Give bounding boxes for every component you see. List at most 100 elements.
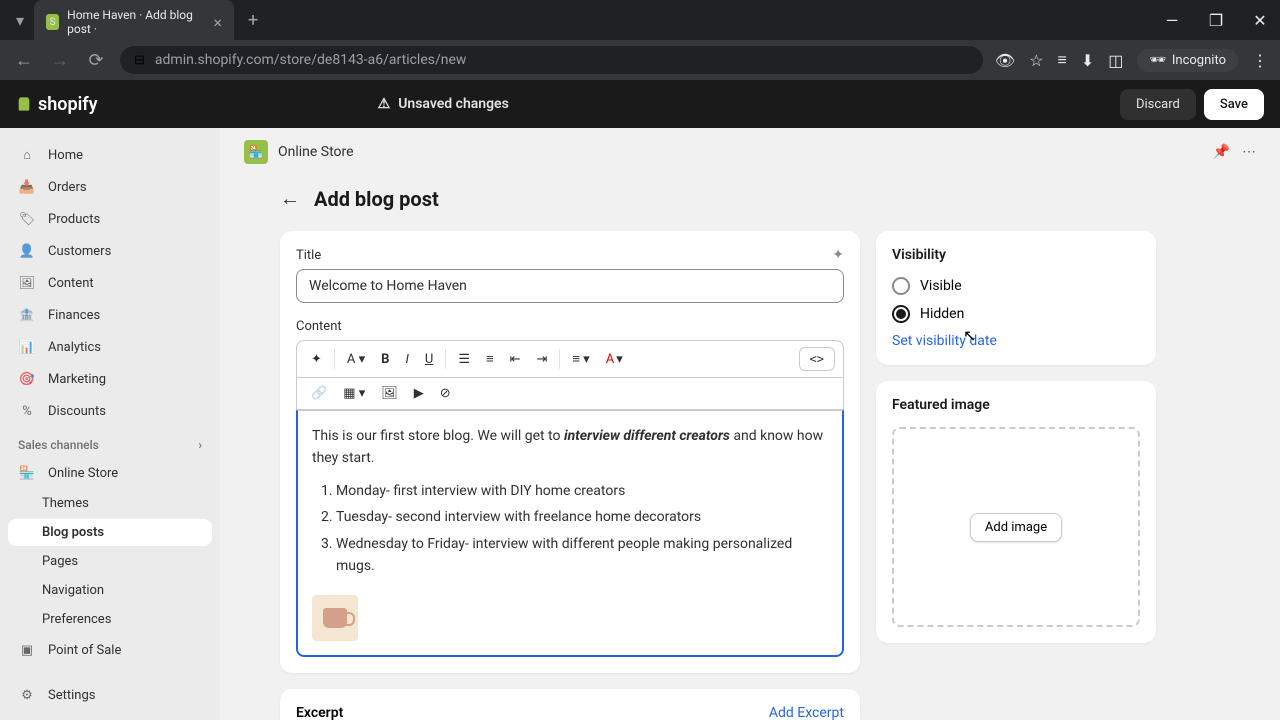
featured-image-card: Featured image Add image	[876, 381, 1156, 643]
sidebar-sub-pages[interactable]: Pages	[8, 548, 212, 575]
excerpt-label: Excerpt	[296, 705, 343, 720]
image-upload-dropzone[interactable]: Add image	[892, 427, 1140, 627]
embedded-image-mug[interactable]	[312, 595, 358, 641]
sidebar-section-sales-channels: Sales channels ›	[8, 428, 212, 458]
sidebar-item-finances[interactable]: 🏦Finances	[8, 300, 212, 330]
bold-button[interactable]: B	[375, 348, 395, 371]
sidebar-item-products[interactable]: 🏷Products	[8, 204, 212, 234]
visibility-visible-radio[interactable]: Visible	[892, 277, 1140, 295]
finances-icon: 🏦	[18, 306, 36, 324]
downloads-icon[interactable]: ⬇	[1081, 51, 1094, 70]
reload-button[interactable]: ⟳	[84, 50, 108, 71]
side-panel-icon[interactable]: ◫	[1108, 51, 1123, 70]
clear-format-button[interactable]: ⊘	[434, 382, 457, 405]
sidebar-item-marketing[interactable]: 🎯Marketing	[8, 364, 212, 394]
editor-toolbar: ✦ A ▾ B I U ☰ ≡ ⇤ ⇥ ≡ ▾ A ▾ <	[296, 340, 844, 378]
set-visibility-date-link[interactable]: Set visibility date	[892, 333, 1140, 349]
paragraph-format-dropdown[interactable]: A ▾	[341, 348, 371, 371]
new-tab-button[interactable]: +	[236, 10, 270, 31]
maximize-window-icon[interactable]: ❐	[1204, 11, 1228, 30]
numbered-list-button[interactable]: ≡	[480, 347, 500, 371]
add-image-button[interactable]: Add image	[970, 513, 1062, 542]
store-icon: 🏪	[18, 464, 36, 482]
visibility-hidden-radio[interactable]: Hidden	[892, 305, 1140, 323]
link-button[interactable]: 🔗	[305, 382, 333, 405]
content-field-label: Content	[296, 319, 844, 334]
page-title: Add blog post	[314, 187, 439, 211]
sidebar-item-content[interactable]: 🖼Content	[8, 268, 212, 298]
sidebar-item-analytics[interactable]: 📊Analytics	[8, 332, 212, 362]
close-window-icon[interactable]: ✕	[1248, 11, 1272, 30]
save-button[interactable]: Save	[1204, 89, 1264, 120]
back-arrow-icon[interactable]: ←	[280, 186, 300, 211]
chevron-right-icon[interactable]: ›	[198, 438, 202, 452]
sidebar-item-home[interactable]: ⌂Home	[8, 140, 212, 170]
close-tab-icon[interactable]: ×	[213, 13, 222, 32]
title-input[interactable]	[296, 269, 844, 303]
browser-tab[interactable]: S Home Haven · Add blog post · ×	[34, 0, 234, 44]
incognito-badge: 🕶 Incognito	[1137, 49, 1238, 72]
add-excerpt-link[interactable]: Add Excerpt	[769, 705, 844, 720]
content-icon: 🖼	[18, 274, 36, 292]
pin-icon[interactable]: 📌	[1213, 144, 1230, 160]
sidebar-item-orders[interactable]: 📥Orders	[8, 172, 212, 202]
featured-image-title: Featured image	[892, 397, 1140, 413]
shopify-logo[interactable]: shopify	[16, 94, 98, 115]
underline-button[interactable]: U	[419, 348, 439, 371]
outdent-button[interactable]: ⇤	[504, 348, 527, 371]
gear-icon: ⚙	[18, 686, 36, 704]
italic-button[interactable]: I	[399, 348, 414, 371]
sidebar-item-pos[interactable]: ▣Point of Sale	[8, 635, 212, 665]
video-button[interactable]: ▶	[408, 382, 430, 405]
breadcrumb: 🏪 Online Store 📌 ⋯	[220, 128, 1280, 176]
sidebar-item-customers[interactable]: 👤Customers	[8, 236, 212, 266]
back-button[interactable]: ←	[12, 50, 36, 71]
sidebar-item-settings[interactable]: ⚙Settings	[8, 680, 212, 710]
eye-off-icon[interactable]: 👁	[995, 51, 1015, 70]
indent-button[interactable]: ⇥	[530, 348, 553, 371]
analytics-icon: 📊	[18, 338, 36, 356]
minimize-window-icon[interactable]: ―	[1160, 11, 1184, 30]
sidebar-sub-blog-posts[interactable]: Blog posts	[8, 519, 212, 546]
align-dropdown[interactable]: ≡ ▾	[566, 347, 595, 371]
shopify-bag-icon	[16, 96, 32, 112]
site-info-icon[interactable]: ⊟	[134, 53, 145, 68]
url-input[interactable]: ⊟ admin.shopify.com/store/de8143-a6/arti…	[120, 46, 983, 74]
sidebar: ⌂Home 📥Orders 🏷Products 👤Customers 🖼Cont…	[0, 128, 220, 720]
online-store-icon: 🏪	[244, 140, 268, 164]
image-button[interactable]: 🖼	[375, 382, 404, 405]
forward-button[interactable]: →	[48, 50, 72, 71]
title-content-card: Title ✦ Content ✦ A ▾ B I U	[280, 231, 860, 673]
marketing-icon: 🎯	[18, 370, 36, 388]
sidebar-item-discounts[interactable]: %Discounts	[8, 396, 212, 426]
ai-sparkle-icon[interactable]: ✦	[832, 247, 844, 263]
editor-toolbar-row2: 🔗 ▦ ▾ 🖼 ▶ ⊘	[296, 378, 844, 410]
radio-icon	[892, 277, 910, 295]
products-icon: 🏷	[18, 210, 36, 228]
tab-title: Home Haven · Add blog post ·	[67, 8, 197, 36]
radio-checked-icon	[892, 305, 910, 323]
warning-icon: ⚠	[378, 96, 391, 112]
unsaved-changes-banner: ⚠ Unsaved changes	[378, 96, 509, 112]
content-editor[interactable]: This is our first store blog. We will ge…	[296, 410, 844, 657]
pos-icon: ▣	[18, 641, 36, 659]
title-field-label: Title ✦	[296, 247, 844, 263]
browser-menu-icon[interactable]: ⋮	[1252, 51, 1268, 70]
sidebar-sub-navigation[interactable]: Navigation	[8, 577, 212, 604]
tab-list-dropdown[interactable]: ▾	[8, 8, 32, 32]
browser-url-bar: ← → ⟳ ⊟ admin.shopify.com/store/de8143-a…	[0, 40, 1280, 80]
discard-button[interactable]: Discard	[1120, 89, 1196, 120]
sidebar-item-online-store[interactable]: 🏪Online Store	[8, 458, 212, 488]
html-view-button[interactable]: <>	[799, 347, 835, 371]
breadcrumb-label[interactable]: Online Store	[278, 144, 354, 160]
text-color-dropdown[interactable]: A ▾	[600, 348, 629, 371]
sidebar-sub-themes[interactable]: Themes	[8, 490, 212, 517]
bookmark-icon[interactable]: ☆	[1029, 51, 1043, 70]
bullet-list-button[interactable]: ☰	[452, 348, 476, 371]
table-dropdown[interactable]: ▦ ▾	[337, 382, 371, 405]
sidebar-sub-preferences[interactable]: Preferences	[8, 606, 212, 633]
ai-generate-icon[interactable]: ✦	[305, 348, 328, 371]
orders-icon: 📥	[18, 178, 36, 196]
more-icon[interactable]: ⋯	[1242, 144, 1256, 160]
reading-list-icon[interactable]: ≡	[1057, 50, 1066, 70]
